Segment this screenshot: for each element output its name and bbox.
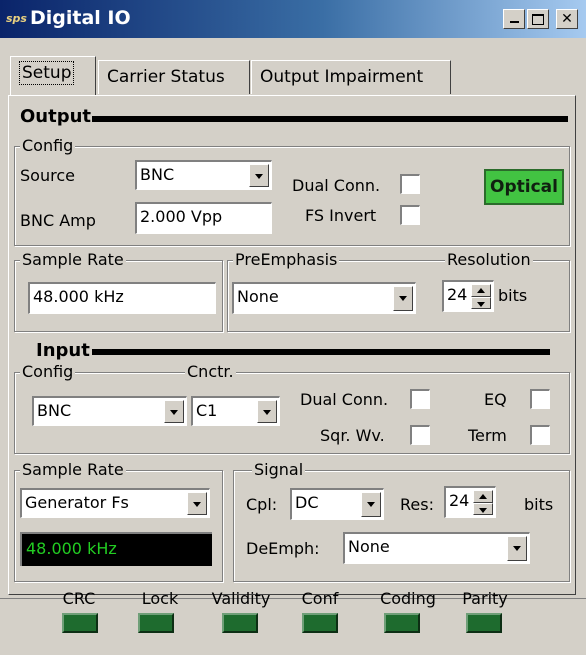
parity-led-indicator (466, 613, 502, 633)
cpl-select-value: DC (295, 493, 319, 512)
minimize-icon (509, 21, 519, 23)
minimize-button[interactable] (503, 9, 525, 29)
output-sample-rate-input[interactable]: 48.000 kHz (28, 282, 216, 314)
validity-label: Validity (211, 589, 271, 608)
eq-checkbox[interactable] (530, 389, 550, 409)
deemph-select-value: None (348, 537, 390, 556)
bnc-amp-label: BNC Amp (20, 211, 96, 230)
input-dual-conn-label: Dual Conn. (300, 390, 389, 409)
resolution-unit: bits (498, 286, 528, 305)
fs-invert-checkbox[interactable] (400, 205, 420, 225)
bnc-amp-input[interactable]: 2.000 Vpp (135, 202, 272, 234)
source-label: Source (20, 166, 75, 185)
term-label: Term (468, 426, 507, 445)
lock-label: Lock (141, 589, 179, 608)
output-dual-conn-checkbox[interactable] (400, 174, 420, 194)
input-sample-rate-select-value: Generator Fs (25, 493, 129, 512)
input-sample-rate-display: 48.000 kHz (20, 532, 212, 566)
cpl-select[interactable]: DC (290, 488, 384, 520)
sqr-wv-label: Sqr. Wv. (320, 426, 385, 445)
input-source-select-value: BNC (37, 401, 72, 420)
resolution-input[interactable]: 24 (442, 280, 494, 312)
input-header: Input (36, 340, 90, 361)
validity-led-indicator (222, 613, 258, 633)
tab-setup[interactable]: Setup (10, 56, 96, 95)
lock-led-indicator (138, 613, 174, 633)
spin-down-icon[interactable] (473, 502, 493, 515)
signal-res-input[interactable]: 24 (444, 486, 496, 518)
input-source-dropdown-icon[interactable] (164, 400, 184, 423)
coding-led-indicator (384, 613, 420, 633)
crc-led-indicator (62, 613, 98, 633)
deemph-select[interactable]: None (343, 532, 530, 564)
spin-up-icon[interactable] (471, 284, 491, 297)
resolution-label: Resolution (445, 250, 533, 269)
preemphasis-label: PreEmphasis (233, 250, 340, 269)
preemphasis-select[interactable]: None (232, 282, 416, 314)
maximize-icon (532, 14, 544, 25)
input-dual-conn-checkbox[interactable] (410, 389, 430, 409)
digital-io-window: sps Digital IO ✕ Setup Carrier Status Ou… (0, 0, 586, 655)
maximize-button[interactable] (527, 9, 549, 29)
tab-output-impairment[interactable]: Output Impairment (251, 60, 451, 94)
crc-label: CRC (62, 589, 96, 608)
source-select-value: BNC (140, 165, 175, 184)
deemph-dropdown-icon[interactable] (507, 536, 527, 561)
input-sample-rate-select[interactable]: Generator Fs (20, 488, 210, 518)
signal-group (233, 470, 570, 582)
sqr-wv-checkbox[interactable] (410, 425, 430, 445)
coding-label: Coding (380, 589, 436, 608)
conf-label: Conf (301, 589, 339, 608)
spin-up-icon[interactable] (473, 490, 493, 503)
conf-led-indicator (302, 613, 338, 633)
window-title: Digital IO (30, 7, 131, 29)
resolution-spinner[interactable] (471, 284, 491, 309)
eq-label: EQ (484, 390, 507, 409)
title-bar[interactable]: sps Digital IO ✕ (0, 0, 586, 38)
tab-carrier-status-label: Carrier Status (107, 67, 225, 87)
output-sample-rate-label: Sample Rate (20, 250, 126, 269)
signal-res-value: 24 (449, 491, 470, 510)
status-indicator-bar: CRC Lock Validity Conf Coding Parity (0, 589, 586, 656)
fs-invert-label: FS Invert (305, 206, 377, 225)
input-divider (92, 349, 550, 355)
tab-setup-label: Setup (19, 61, 75, 85)
sps-logo-icon: sps (6, 12, 27, 25)
input-sample-rate-dropdown-icon[interactable] (187, 492, 207, 515)
term-checkbox[interactable] (530, 425, 550, 445)
signal-res-label: Res: (400, 495, 434, 514)
connector-select[interactable]: C1 (191, 396, 280, 426)
parity-label: Parity (462, 589, 508, 608)
connector-select-value: C1 (196, 401, 218, 420)
deemph-label: DeEmph: (246, 539, 320, 558)
connector-dropdown-icon[interactable] (257, 400, 277, 423)
signal-label: Signal (252, 460, 306, 479)
connector-label: Cnctr. (185, 362, 236, 381)
spin-down-icon[interactable] (471, 296, 491, 309)
preemphasis-dropdown-icon[interactable] (393, 286, 413, 311)
output-divider (92, 116, 568, 122)
cpl-dropdown-icon[interactable] (361, 492, 381, 517)
resolution-value: 24 (447, 285, 468, 304)
signal-res-unit: bits (524, 495, 554, 514)
input-source-select[interactable]: BNC (32, 396, 187, 426)
source-select[interactable]: BNC (135, 160, 272, 190)
output-dual-conn-label: Dual Conn. (292, 176, 381, 195)
optical-indicator[interactable]: Optical (484, 169, 564, 205)
close-icon: ✕ (561, 11, 573, 27)
signal-res-spinner[interactable] (473, 490, 493, 515)
input-sample-rate-label: Sample Rate (20, 460, 126, 479)
tab-carrier-status[interactable]: Carrier Status (98, 60, 250, 94)
preemphasis-select-value: None (237, 287, 279, 306)
cpl-label: Cpl: (246, 495, 278, 514)
tab-output-impairment-label: Output Impairment (260, 67, 424, 87)
output-header: Output (20, 106, 92, 127)
close-button[interactable]: ✕ (556, 9, 578, 29)
source-dropdown-icon[interactable] (249, 164, 269, 187)
input-config-label: Config (20, 362, 76, 381)
output-config-label: Config (20, 136, 76, 155)
